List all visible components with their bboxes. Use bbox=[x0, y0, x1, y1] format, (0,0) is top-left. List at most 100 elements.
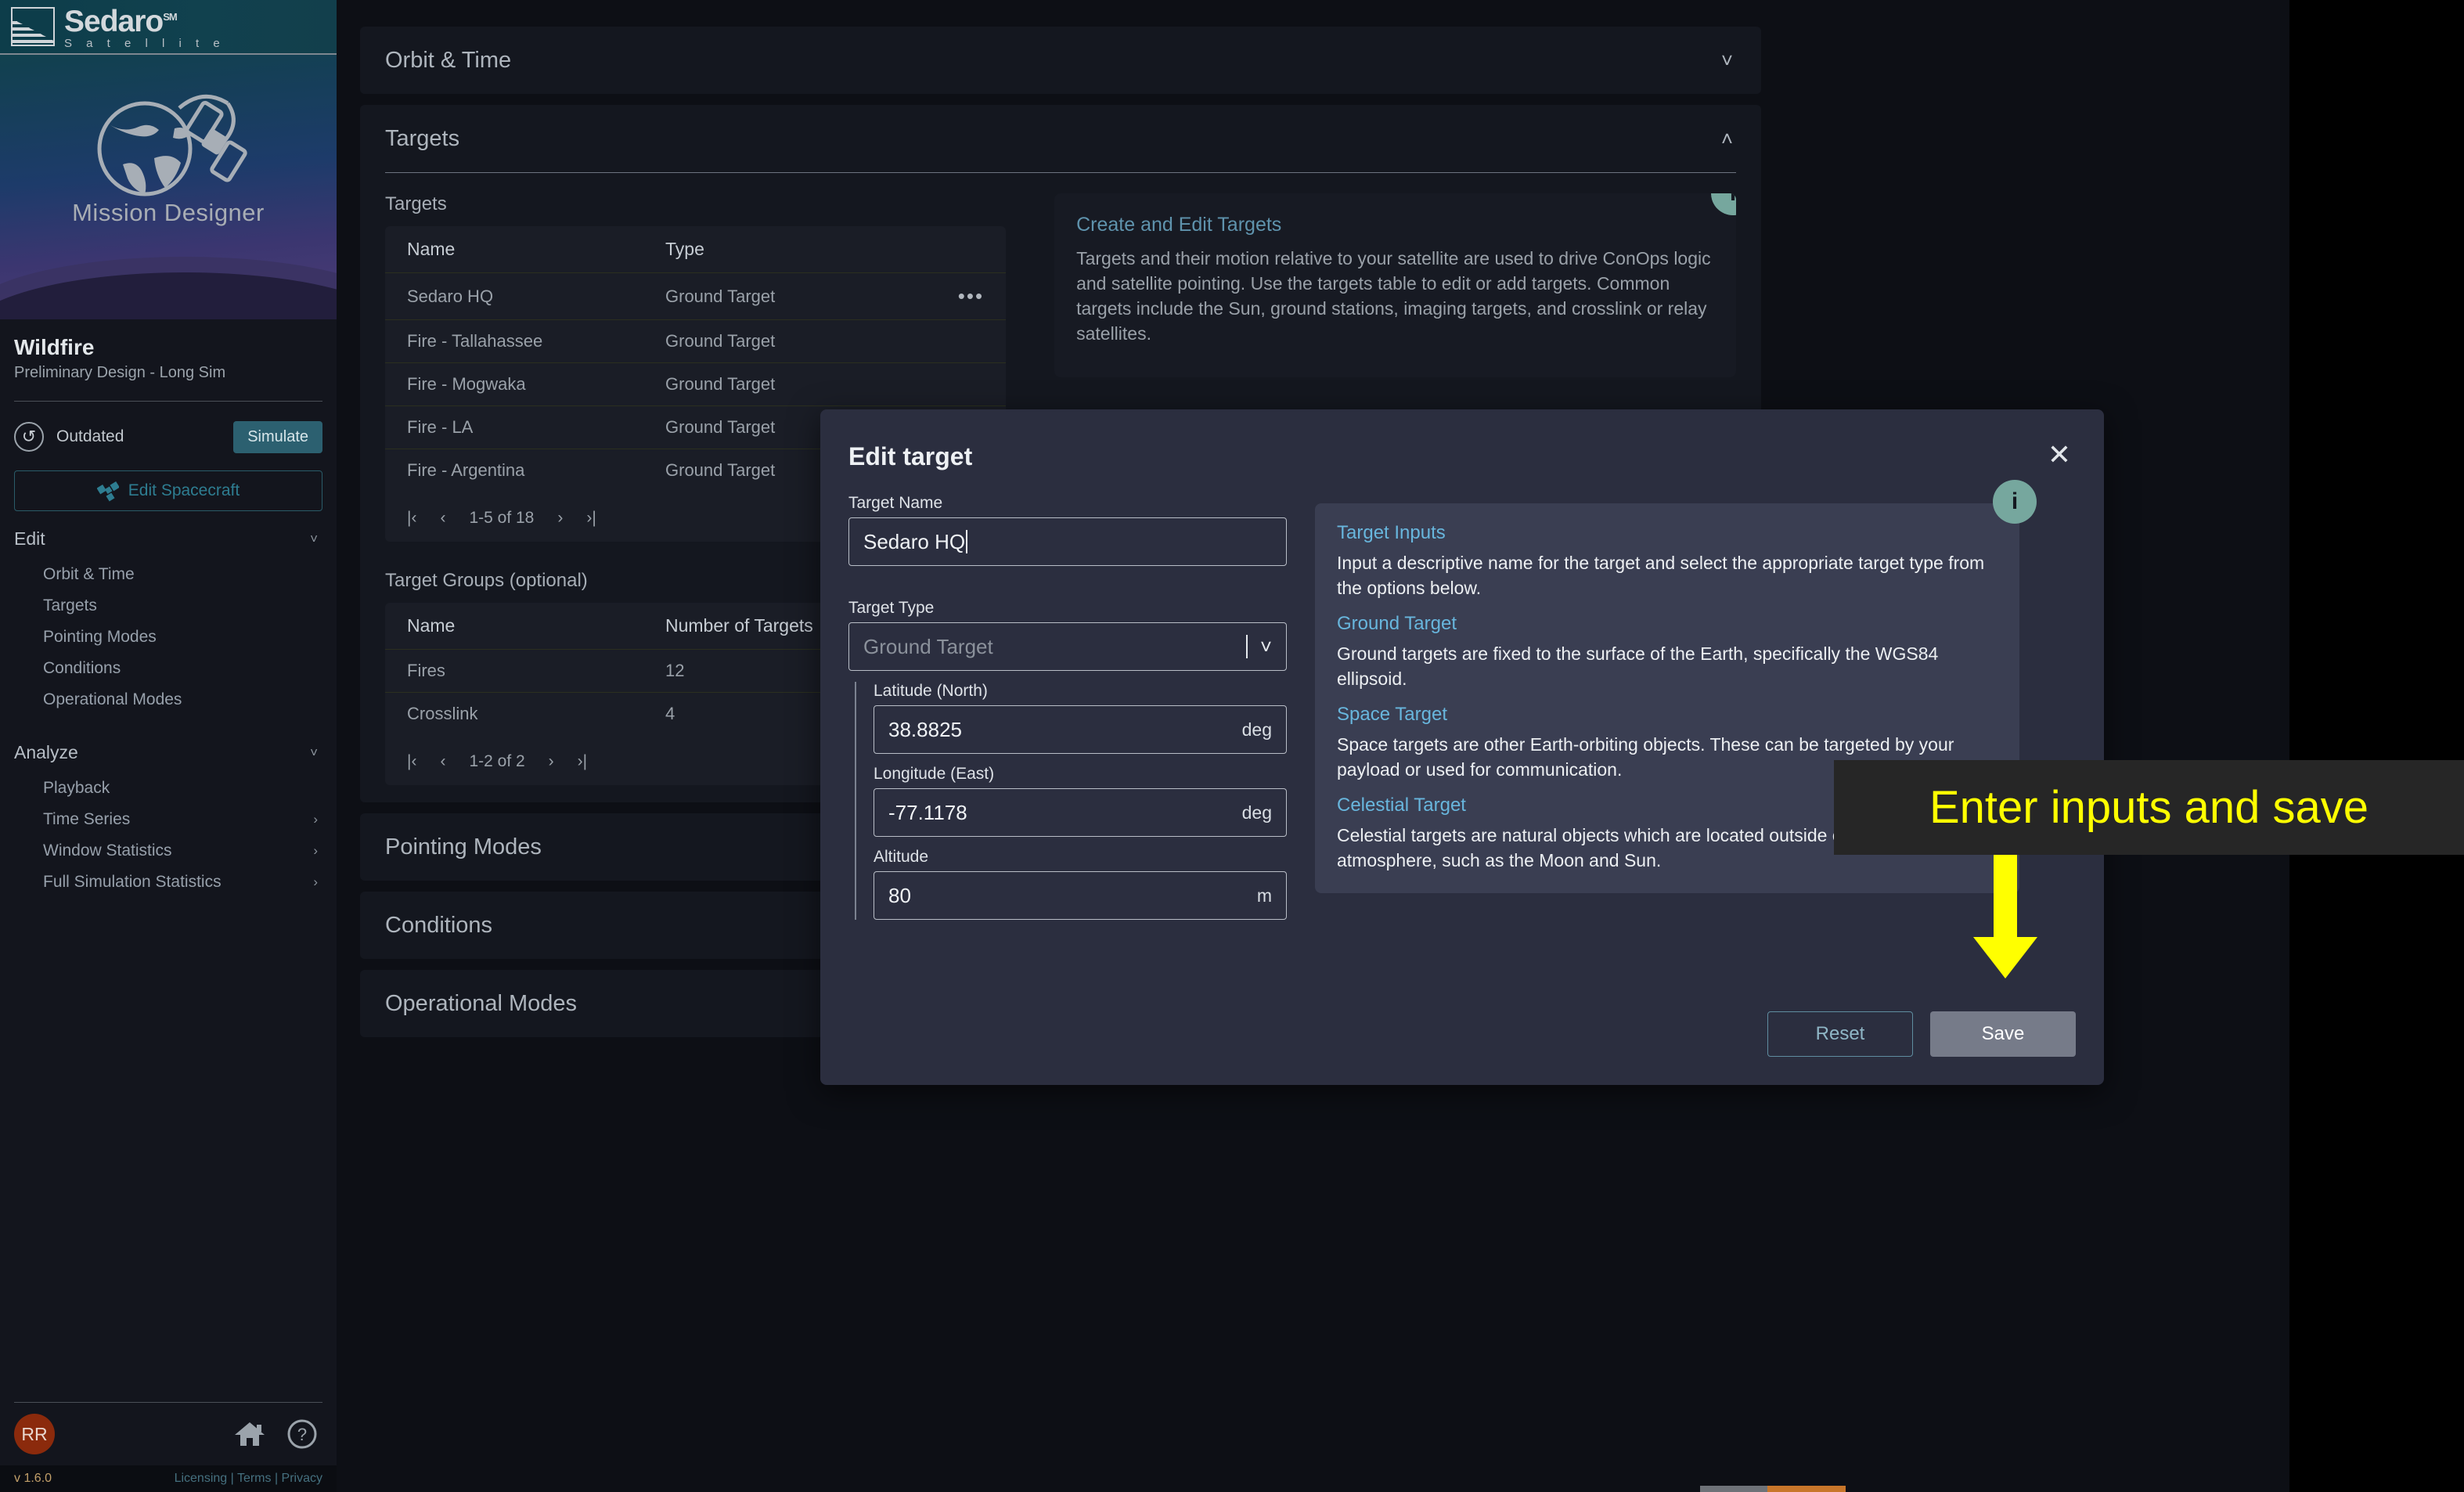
cell-type: Ground Target bbox=[665, 331, 776, 351]
target-name-input[interactable]: Sedaro HQ bbox=[848, 517, 1287, 566]
app-root: SedaroSM S a t e l l i t e Mission Desig… bbox=[0, 0, 2289, 1492]
pager-next-button[interactable]: › bbox=[557, 509, 563, 528]
table-row[interactable]: Sedaro HQ Ground Target ••• bbox=[385, 272, 1007, 319]
sidebar-item-label: Full Simulation Statistics bbox=[43, 873, 222, 891]
longitude-group: Longitude (East) -77.1178 deg bbox=[874, 765, 1287, 837]
pager-first-button[interactable]: |‹ bbox=[407, 752, 416, 771]
cell-name: Sedaro HQ bbox=[407, 286, 494, 306]
bottom-progress-bar bbox=[1700, 1486, 1846, 1492]
table-row[interactable]: Fire - Tallahassee Ground Target bbox=[385, 319, 1007, 362]
table-row[interactable]: Fire - Mogwaka Ground Target bbox=[385, 362, 1007, 405]
accordion-title: Targets bbox=[385, 125, 460, 151]
sidebar: SedaroSM S a t e l l i t e Mission Desig… bbox=[0, 0, 337, 1492]
hero-label: Mission Designer bbox=[72, 199, 265, 226]
accordion-header-targets[interactable]: Targets ˄ bbox=[360, 105, 1761, 172]
spacecraft-icon bbox=[96, 481, 119, 502]
chevron-up-icon: ˄ bbox=[1720, 126, 1733, 150]
chevron-down-icon: ˅ bbox=[310, 744, 318, 760]
legal-bar: v 1.6.0 Licensing | Terms | Privacy bbox=[0, 1465, 337, 1492]
reset-button[interactable]: Reset bbox=[1767, 1011, 1913, 1057]
pager-next-button[interactable]: › bbox=[549, 752, 554, 771]
cell-type: Ground Target bbox=[665, 286, 776, 306]
brand-text: SedaroSM S a t e l l i t e bbox=[64, 2, 225, 51]
save-button[interactable]: Save bbox=[1930, 1011, 2076, 1057]
select-caret-group: ˅ bbox=[1245, 635, 1272, 659]
pager-first-button[interactable]: |‹ bbox=[407, 509, 416, 528]
sidebar-item-targets[interactable]: Targets bbox=[0, 590, 337, 622]
annotation-arrow-icon bbox=[1973, 855, 2037, 978]
dialog-form: Target Name Sedaro HQ Target Type Ground… bbox=[848, 494, 1287, 931]
help-icon[interactable]: ? bbox=[286, 1418, 318, 1450]
divider bbox=[14, 401, 322, 402]
column-header-name[interactable]: Name bbox=[407, 615, 665, 636]
target-type-group: Target Type Ground Target ˅ bbox=[848, 599, 1287, 671]
avatar[interactable]: RR bbox=[14, 1414, 55, 1454]
brand-header: SedaroSM S a t e l l i t e bbox=[0, 0, 337, 55]
pager-last-button[interactable]: ›| bbox=[586, 509, 596, 528]
target-type-select[interactable]: Ground Target ˅ bbox=[848, 622, 1287, 671]
latitude-value: 38.8825 bbox=[888, 717, 962, 741]
pager-prev-button[interactable]: ‹ bbox=[440, 752, 445, 771]
column-header-type[interactable]: Type bbox=[665, 239, 984, 260]
refresh-icon[interactable]: ↺ bbox=[14, 422, 44, 452]
cell-name: Fire - LA bbox=[407, 417, 474, 437]
dialog-actions: Reset Save bbox=[1767, 1011, 2076, 1057]
edit-spacecraft-label: Edit Spacecraft bbox=[128, 481, 240, 499]
column-header-name[interactable]: Name bbox=[407, 239, 665, 260]
sidebar-item-window-statistics[interactable]: Window Statistics › bbox=[0, 835, 337, 867]
edit-spacecraft-button[interactable]: Edit Spacecraft bbox=[14, 470, 322, 511]
accordion-header-orbit-time[interactable]: Orbit & Time ˅ bbox=[360, 27, 1761, 94]
sidebar-item-time-series[interactable]: Time Series › bbox=[0, 804, 337, 835]
longitude-input[interactable]: -77.1178 deg bbox=[874, 788, 1287, 837]
cell-name: Fire - Argentina bbox=[407, 460, 525, 480]
pager-last-button[interactable]: ›| bbox=[578, 752, 587, 771]
simulation-status-row: ↺ Outdated Simulate bbox=[0, 411, 337, 459]
sidebar-group-analyze-label: Analyze bbox=[14, 742, 78, 762]
home-icon[interactable] bbox=[233, 1420, 266, 1448]
longitude-value: -77.1178 bbox=[888, 800, 967, 824]
sidebar-group-analyze[interactable]: Analyze ˅ bbox=[0, 733, 337, 773]
chevron-right-icon: › bbox=[313, 843, 318, 858]
form-spacer bbox=[848, 566, 1287, 599]
sidebar-item-playback[interactable]: Playback bbox=[0, 773, 337, 804]
chevron-down-icon: ˅ bbox=[310, 531, 318, 546]
longitude-label: Longitude (East) bbox=[874, 765, 995, 783]
targets-info-card: i Create and Edit Targets Targets and th… bbox=[1054, 193, 1736, 377]
ground-target-fields: Latitude (North) 38.8825 deg Longitude (… bbox=[855, 682, 1287, 920]
pager-range-label: 1-2 of 2 bbox=[469, 752, 525, 770]
sidebar-group-edit[interactable]: Edit ˅ bbox=[0, 519, 337, 559]
sidebar-item-operational-modes[interactable]: Operational Modes bbox=[0, 684, 337, 715]
info-section-title: Space Target bbox=[1337, 704, 1447, 725]
info-icon[interactable]: i bbox=[1711, 193, 1736, 215]
simulate-button[interactable]: Simulate bbox=[233, 420, 322, 453]
status-label: Outdated bbox=[56, 427, 124, 445]
brand-title: SedaroSM bbox=[64, 2, 225, 37]
target-name-group: Target Name Sedaro HQ bbox=[848, 494, 1287, 566]
altitude-input[interactable]: 80 m bbox=[874, 871, 1287, 920]
pager-prev-button[interactable]: ‹ bbox=[440, 509, 445, 528]
latitude-unit: deg bbox=[1241, 719, 1272, 740]
sidebar-item-pointing-modes[interactable]: Pointing Modes bbox=[0, 622, 337, 653]
row-menu-icon[interactable]: ••• bbox=[958, 284, 984, 308]
chevron-down-icon[interactable]: ˅ bbox=[1260, 635, 1272, 659]
latitude-label: Latitude (North) bbox=[874, 682, 988, 700]
targets-table-caption: Targets bbox=[385, 193, 447, 214]
info-icon[interactable]: i bbox=[1993, 480, 2037, 524]
sidebar-item-orbit-time[interactable]: Orbit & Time bbox=[0, 559, 337, 590]
dialog-title: Edit target bbox=[848, 442, 973, 470]
annotation-text: Enter inputs and save bbox=[1929, 782, 2369, 833]
edit-target-dialog: Edit target ✕ Target Name Sedaro HQ Targ… bbox=[820, 409, 2104, 1085]
close-icon[interactable]: ✕ bbox=[2048, 441, 2071, 469]
mission-branch: Preliminary Design - Long Sim bbox=[14, 364, 226, 381]
brand-title-text: Sedaro bbox=[64, 5, 164, 38]
progress-segment-grey bbox=[1700, 1486, 1767, 1492]
legal-links[interactable]: Licensing | Terms | Privacy bbox=[175, 1472, 322, 1486]
longitude-unit: deg bbox=[1241, 802, 1272, 823]
info-card-body: Targets and their motion relative to you… bbox=[1076, 248, 1711, 344]
table-header-row: Name Type bbox=[385, 226, 1006, 272]
latitude-input[interactable]: 38.8825 deg bbox=[874, 705, 1287, 754]
sidebar-item-conditions[interactable]: Conditions bbox=[0, 653, 337, 684]
brand-sm-mark: SM bbox=[163, 11, 177, 23]
sidebar-item-full-simulation-statistics[interactable]: Full Simulation Statistics › bbox=[0, 867, 337, 898]
